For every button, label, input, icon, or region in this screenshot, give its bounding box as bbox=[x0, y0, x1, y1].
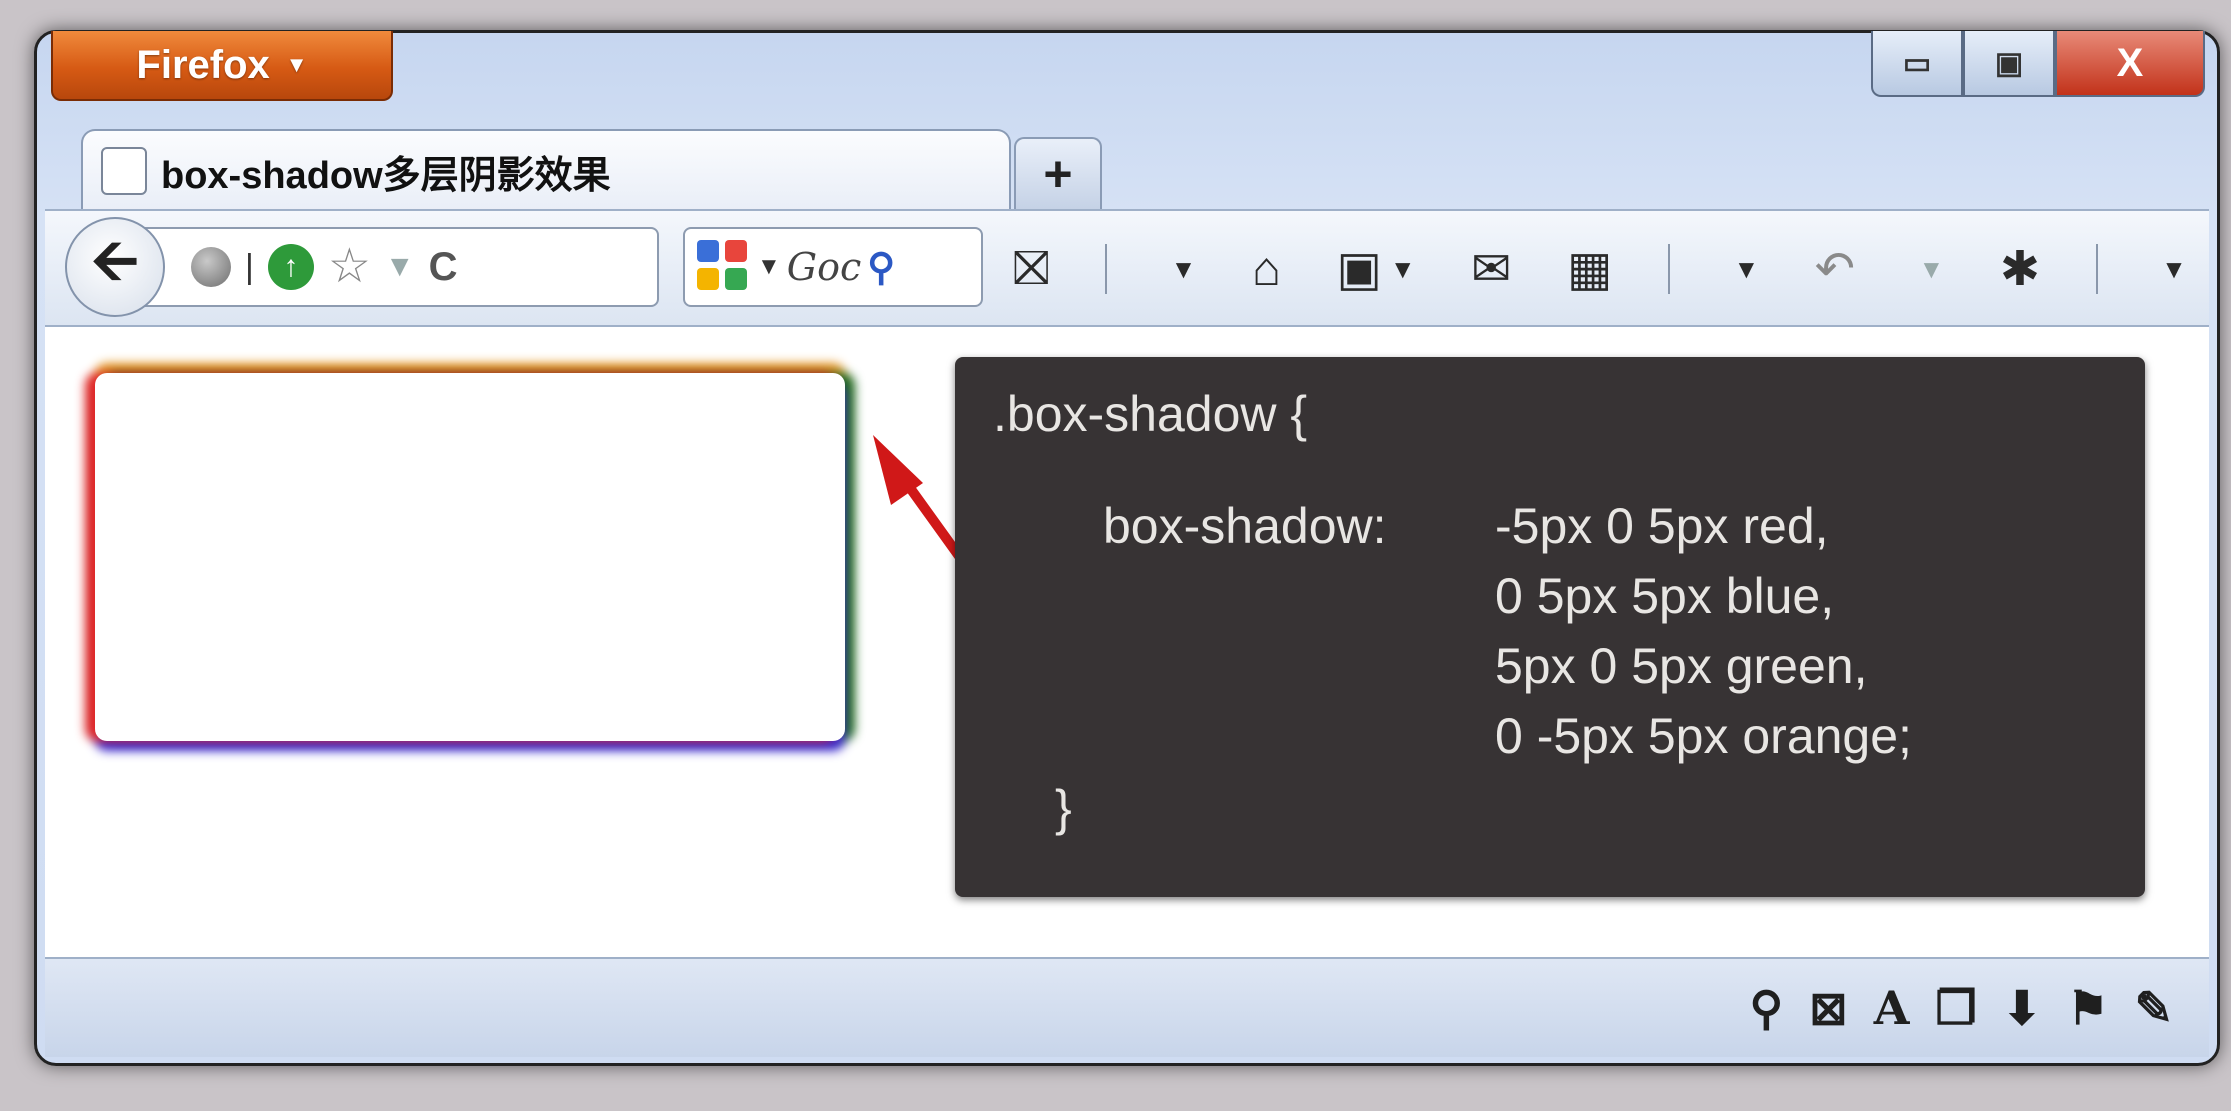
share-icon[interactable]: ↶ bbox=[1815, 241, 1855, 297]
separator bbox=[1667, 244, 1670, 294]
code-panel: .box-shadow { box-shadow: -5px 0 5px red… bbox=[955, 357, 2145, 897]
firefox-menu-button[interactable]: Firefox ▼ bbox=[51, 31, 393, 101]
status-bar: ⚲ ⊠ A ❐ ⬇ ⚑ ✎ bbox=[45, 957, 2209, 1057]
back-arrow-icon: 🡨 bbox=[91, 227, 139, 293]
page-content: .box-shadow { box-shadow: -5px 0 5px red… bbox=[45, 327, 2209, 957]
code-values: -5px 0 5px red, 0 5px 5px blue, 5px 0 5p… bbox=[1495, 491, 1912, 771]
page-icon bbox=[101, 147, 147, 195]
addons-icon[interactable]: ▦ bbox=[1567, 241, 1612, 297]
window-controls: ▭ ▣ X bbox=[1871, 31, 2205, 97]
firefox-menu-label: Firefox bbox=[136, 42, 270, 87]
addons-dropdown-icon[interactable]: ▼ bbox=[1725, 254, 1759, 285]
back-button[interactable]: 🡨 bbox=[65, 217, 165, 317]
url-bar[interactable]: | ↑ ☆ ▼ C bbox=[129, 227, 659, 307]
google-icon[interactable] bbox=[697, 240, 751, 294]
firebug-icon[interactable]: ✱ bbox=[2000, 241, 2040, 297]
tab-title: box-shadow多层阴影效果 bbox=[161, 154, 611, 197]
chevron-down-icon: ▼ bbox=[285, 52, 308, 77]
tab-box-shadow[interactable]: box-shadow多层阴影效果 bbox=[81, 129, 1011, 211]
code-selector-open: .box-shadow { bbox=[993, 386, 1308, 442]
globe-icon bbox=[191, 247, 231, 287]
code-selector-close: } bbox=[1055, 780, 1072, 836]
flag-icon[interactable]: ⚑ bbox=[2067, 981, 2108, 1035]
maximize-button[interactable]: ▣ bbox=[1963, 31, 2055, 97]
code-value-line: 5px 0 5px green, bbox=[1495, 638, 1868, 694]
browser-window: Firefox ▼ ▭ ▣ X box-shadow多层阴影效果 + 🡨 | ↑… bbox=[34, 30, 2220, 1066]
toolbar-icons: ⛝ ▼ ⌂ ▣ ▼ ✉ ▦ ▼ ↶ ▼ ✱ ▼ bbox=[1005, 229, 2195, 309]
separator bbox=[2095, 244, 2098, 294]
code-value-line: 0 -5px 5px orange; bbox=[1495, 708, 1912, 764]
screenshot-icon[interactable]: ⛝ bbox=[1013, 241, 1050, 297]
engine-dropdown-icon[interactable]: ▼ bbox=[757, 253, 781, 281]
code-value-line: 0 5px 5px blue, bbox=[1495, 568, 1835, 624]
bookmarks-icon[interactable]: ▣ ▼ bbox=[1337, 241, 1416, 297]
close-button[interactable]: X bbox=[2055, 31, 2205, 97]
green-arrow-icon[interactable]: ↑ bbox=[267, 244, 314, 290]
font-icon[interactable]: A bbox=[1874, 981, 1910, 1035]
code-property: box-shadow: bbox=[1103, 498, 1387, 554]
code-value-line: -5px 0 5px red, bbox=[1495, 498, 1829, 554]
firebug-dropdown-icon[interactable]: ▼ bbox=[2153, 254, 2187, 285]
brush-icon[interactable]: ✎ bbox=[2134, 981, 2173, 1035]
home-icon[interactable]: ⌂ bbox=[1252, 242, 1281, 297]
magnifier-icon[interactable]: ⚲ bbox=[1749, 981, 1783, 1035]
minimize-button[interactable]: ▭ bbox=[1871, 31, 1963, 97]
separator bbox=[1105, 244, 1108, 294]
window-icon[interactable]: ❐ bbox=[1935, 981, 1976, 1035]
history-dropdown-icon[interactable]: ▼ bbox=[385, 250, 415, 284]
shadow-demo-box bbox=[95, 373, 845, 741]
mail-icon[interactable]: ✉ bbox=[1471, 241, 1511, 297]
reload-icon[interactable]: C bbox=[429, 245, 458, 290]
share-dropdown-icon[interactable]: ▼ bbox=[1911, 254, 1945, 285]
edit-icon[interactable]: ⊠ bbox=[1809, 981, 1848, 1035]
download-icon[interactable]: ⬇ bbox=[2003, 981, 2042, 1035]
search-input[interactable]: Goc bbox=[787, 245, 862, 289]
bookmark-star-icon[interactable]: ☆ bbox=[328, 243, 371, 291]
screenshot-dropdown-icon[interactable]: ▼ bbox=[1163, 254, 1197, 285]
separator: | bbox=[245, 247, 254, 286]
new-tab-button[interactable]: + bbox=[1014, 137, 1102, 209]
search-bar[interactable]: ▼ Goc ⚲ bbox=[683, 227, 983, 307]
navigation-toolbar: 🡨 | ↑ ☆ ▼ C ▼ Goc ⚲ ⛝ ▼ ⌂ ▣ ▼ ✉ ▦ ▼ ↶ ▼ … bbox=[45, 209, 2209, 327]
search-icon[interactable]: ⚲ bbox=[867, 245, 895, 290]
